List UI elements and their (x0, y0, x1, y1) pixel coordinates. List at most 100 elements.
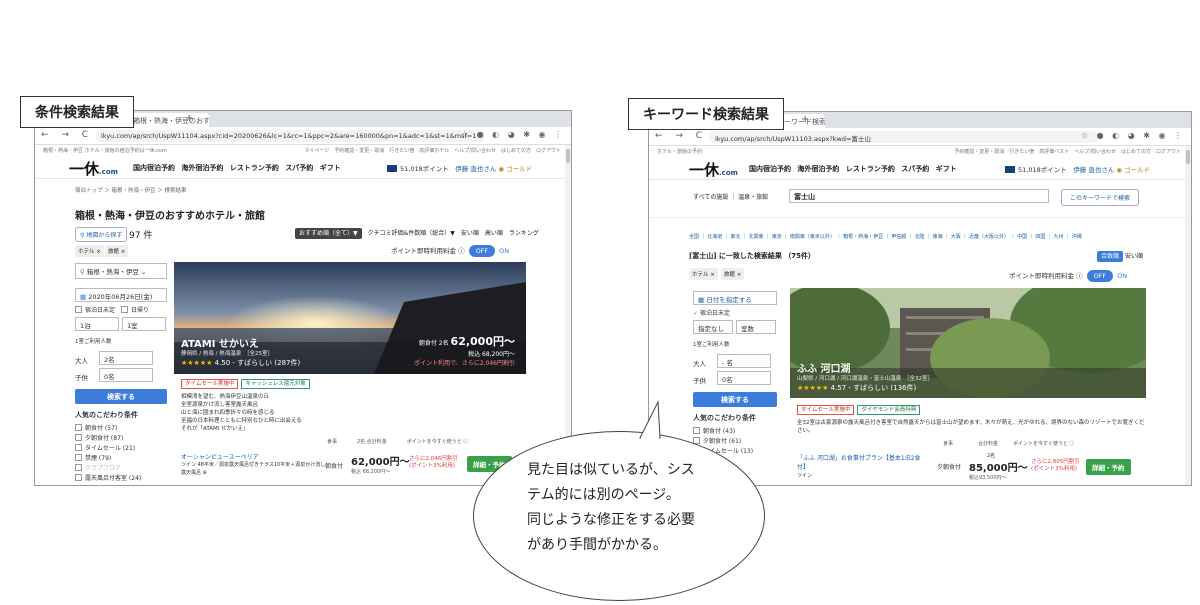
extension-icons[interactable]: ☆ ● ◐ ◕ ✱ ◉ ⋮ (1081, 131, 1185, 140)
main-nav[interactable]: 国内宿泊予約 海外宿泊予約 レストラン予約 スパ予約 ギフト (749, 164, 957, 174)
sort-bar[interactable]: おすすめ順（全て）▼ クチコミ評価&件数順（総合）▼ 安い順 高い順 ランキング (295, 228, 539, 239)
pin-icon: ⚲ (80, 268, 87, 276)
rooms-select[interactable]: 室数 (736, 320, 776, 334)
mail-icon[interactable] (1005, 166, 1015, 173)
callout-line: 同じような修正をする必要 (527, 512, 695, 528)
child-label: 子供 (693, 376, 706, 385)
date-field[interactable]: ▦ 2020年06月26日(金) (75, 288, 167, 302)
new-tab-button[interactable]: + (801, 114, 809, 125)
hotel-price: 朝食付 2名 62,000円〜 税込 68,200円〜 ポイント利用で、さらに2… (414, 335, 515, 367)
area-select[interactable]: ⚲ 箱根・熱海・伊豆 ⌄ (75, 263, 167, 279)
sort-select[interactable]: おすすめ順（全て）▼ (295, 228, 362, 239)
plan-room: ツイン 48平米／源泉露天風呂付きテラス10平米＋源泉かけ流し (181, 462, 326, 468)
callout-tail (639, 400, 661, 440)
plan-price: 85,000円〜 税込93,500円〜 (969, 463, 1028, 481)
nights-select[interactable]: 指定なし (693, 320, 733, 334)
hotel-description: 相模湾を望む、熱海伊豆山温泉の丘 全室源泉かけ流し客室露天風呂 山と海に囲まれ四… (181, 394, 302, 432)
cashless-tag: キャッシュレス還元対象 (241, 379, 310, 389)
ikyu-logo[interactable]: 一休.com (689, 159, 738, 180)
url-field[interactable]: ikyu.com/ap/srch/UspW11104.aspx?cid=2020… (95, 130, 485, 142)
site-tagline: 箱根・熱海・伊豆 ホテル・旅館の宿泊予約は一休.com (43, 148, 167, 154)
hotel-name[interactable]: ふふ 河口湖 (797, 360, 850, 375)
hotel-area: 静岡県 / 熱海 / 熱海温泉 ［全25室］ (181, 351, 273, 357)
callout-text: 見た目は似ているが、シス テム的には別のページ。 同じような修正をする必要 があ… (527, 458, 695, 558)
hotel-tags: タイムセール実施中 ダイヤモンド会員特典 (797, 405, 921, 415)
adult-label: 大人 (75, 356, 88, 365)
chip-hotel[interactable]: ホテル × (689, 268, 718, 280)
search-sidebar: ⚲ 箱根・熱海・伊豆 ⌄ ▦ 2020年06月26日(金) 宿泊日未定 日帰り … (75, 263, 167, 484)
book-button[interactable]: 詳細・予約 (1086, 459, 1131, 475)
search-button[interactable]: 検索する (693, 392, 777, 407)
star-icons: ★★★★★ (181, 359, 213, 367)
result-title: [富士山] に一致した検索結果 （75件） (689, 252, 816, 260)
child-select[interactable]: 0名 (99, 368, 153, 382)
date-field[interactable]: ▦ 日付を指定する (693, 291, 777, 305)
date-undecided[interactable]: ✓ 宿泊日未定 (693, 308, 777, 317)
browser-tab[interactable]: 箱根・熱海・伊豆のおす× (127, 113, 209, 127)
chip-hotel[interactable]: ホテル × (75, 245, 104, 257)
point-toggle[interactable]: ポイント即時利用料金 ⓘ OFF ON (391, 245, 509, 257)
nights-select[interactable]: 1泊 (75, 317, 119, 331)
plan-guests: 2名 (987, 453, 996, 459)
top-utility-nav: 箱根・熱海・伊豆 ホテル・旅館の宿泊予約は一休.com マイページ 予約確認・変… (35, 145, 571, 155)
utility-links[interactable]: 予約確認・変更・取消 行きたい宿 高評価ベスト ヘルプ/問い合わせ はじめての方… (954, 148, 1181, 155)
time-sale-tag: タイムセール実施中 (797, 405, 855, 415)
url-field[interactable]: ikyu.com/ap/srch/UspW11103.aspx?kwd=富士山 (709, 131, 1099, 143)
child-select[interactable]: 0名 (717, 371, 771, 385)
rooms-select[interactable]: 1室 (122, 317, 166, 331)
breadcrumb[interactable]: 宿泊トップ ＞ 箱根・熱海・伊豆 ＞ 検索結果 (75, 186, 187, 194)
adult-select[interactable]: 2名 (99, 351, 153, 365)
plan-price: 62,000円〜 税込 68,200円〜 (351, 457, 410, 475)
plan-point-discount: さらに2,046円割引 (ポイント3%利用) (409, 456, 458, 469)
top-utility-nav: ホテル・旅館の予約 予約確認・変更・取消 行きたい宿 高評価ベスト ヘルプ/問い… (649, 146, 1191, 156)
page-title: 箱根・熱海・伊豆のおすすめホテル・旅館 (75, 211, 265, 222)
calendar-icon: ▦ (698, 296, 707, 304)
utility-links[interactable]: マイページ 予約確認・変更・取消 行きたい宿 高評価ホテル ヘルプ/問い合わせ … (304, 147, 561, 154)
adult-select[interactable]: - 名 (717, 354, 771, 368)
address-bar: ← → C ⌂ ikyu.com/ap/srch/UspW11104.aspx?… (35, 127, 571, 145)
checkbox-icon (75, 306, 82, 313)
plan-room-2: 露天風呂 ⊕ (181, 470, 207, 476)
sort-tabs[interactable]: 合致順 安い順 (1097, 251, 1143, 262)
date-options[interactable]: 宿泊日未定 日帰り (75, 305, 167, 314)
time-sale-tag: タイムセール実施中 (181, 379, 239, 389)
keyword-search-button[interactable]: このキーワードで検索 (1061, 189, 1140, 206)
mail-icon[interactable] (387, 165, 397, 172)
account-points[interactable]: 51,018ポイント 伊藤 直也さん ◉ ゴールド (387, 163, 532, 173)
tab-title: 箱根・熱海・伊豆のおす (133, 117, 209, 125)
main-nav[interactable]: 国内宿泊予約 海外宿泊予約 レストラン予約 スパ予約 ギフト (133, 163, 341, 173)
callout-line: 見た目は似ているが、シス (527, 462, 695, 478)
callout-line: があり手間がかかる。 (527, 537, 667, 553)
ikyu-logo[interactable]: 一休.com (69, 158, 118, 179)
chip-ryokan[interactable]: 旅館 × (721, 268, 745, 280)
extension-icons[interactable]: ☆ ● ◐ ◕ ✱ ◉ ⋮ (461, 130, 565, 139)
new-tab-button[interactable]: + (185, 113, 193, 124)
region-links[interactable]: 全国 ｜ 北海道 ｜ 東北 ｜ 北関東 ｜ 東京 ｜ 南関東（東京以外） ｜ 箱… (689, 233, 1082, 240)
sort-options[interactable]: クチコミ評価&件数順（総合）▼ 安い順 高い順 ランキング (368, 230, 539, 237)
plan-room: ツイン (797, 473, 813, 479)
facility-filter[interactable]: すべての施設 ｜ 温泉・旅館 (693, 192, 768, 201)
scrollbar[interactable] (1185, 146, 1191, 485)
map-search-button[interactable]: ⚲ 地図から探す (75, 227, 128, 242)
point-toggle[interactable]: ポイント即時利用料金 ⓘ OFF ON (1009, 270, 1127, 282)
search-button[interactable]: 検索する (75, 389, 167, 404)
child-label: 子供 (75, 373, 88, 382)
plan-name[interactable]: オーシャンビュースーペリア (181, 452, 259, 461)
hotel-name[interactable]: ATAMI せかいえ (181, 335, 259, 350)
account-points[interactable]: 51,018ポイント 伊藤 直也さん ◉ ゴールド (1005, 164, 1150, 174)
plan-meal: 朝食付 (325, 463, 344, 470)
plan-point-discount: さらに2,805円割引 (ポイント3%利用) (1031, 459, 1080, 472)
hotel-rating: ★★★★★ 4.57 - すばらしい (136件) (797, 384, 917, 392)
plan-meal: 夕朝食付 (937, 464, 962, 471)
chip-ryokan[interactable]: 旅館 × (105, 245, 129, 257)
guests-label: 1室ご利用人数 (75, 339, 112, 345)
label-keyword-search: キーワード検索結果 (628, 98, 784, 130)
browser-window-keyword: 富士山のキーワード検索× + ← → C ⌂ ikyu.com/ap/srch/… (648, 111, 1192, 486)
hotel-tags: タイムセール実施中 キャッシュレス還元対象 (181, 379, 310, 389)
calendar-icon: ▦ (80, 293, 89, 301)
plan-name[interactable]: 「ふふ 河口湖」お食事付プラン【基本1泊2食付】 (797, 453, 927, 471)
keyword-input[interactable]: 富士山 (789, 189, 1049, 203)
keyword-search-bar: すべての施設 ｜ 温泉・旅館 富士山 このキーワードで検索 (649, 182, 1191, 218)
kodawari-list[interactable]: 朝食付 (57) 夕朝食付 (87) タイムセール (21) 禁煙 (79) ク… (75, 424, 167, 484)
site-tagline: ホテル・旅館の予約 (657, 149, 703, 155)
